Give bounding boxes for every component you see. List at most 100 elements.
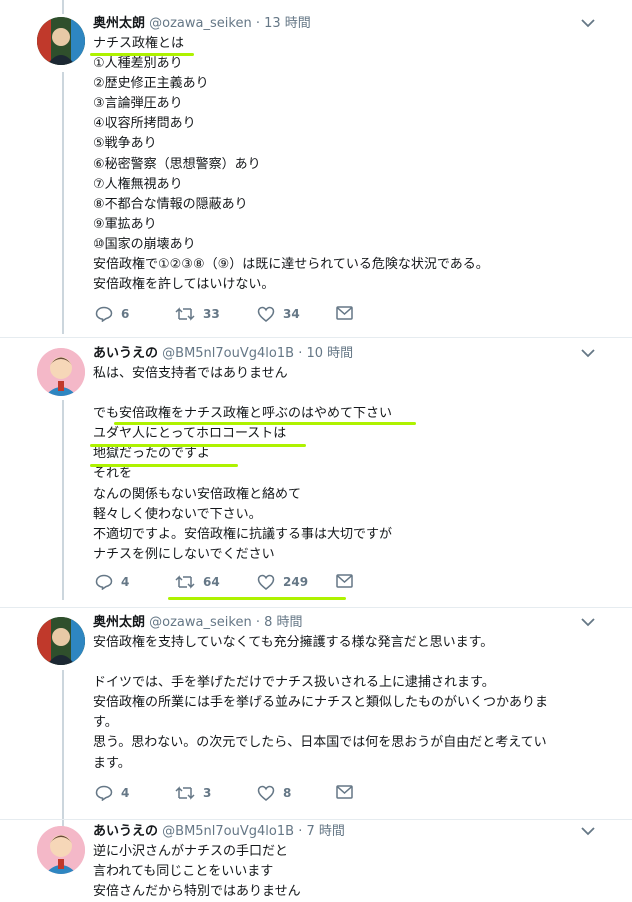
chevron-down-icon[interactable] — [581, 346, 595, 362]
highlight-underline — [90, 464, 238, 467]
text-line: ⑨軍拡あり — [93, 216, 157, 232]
retweet-button[interactable]: 3 — [175, 785, 211, 801]
text-line: ④収容所拷問あり — [93, 116, 196, 132]
retweet-button[interactable]: 64 — [175, 574, 220, 590]
retweet-button[interactable]: 33 — [175, 306, 220, 322]
text-line: ⑩国家の崩壊あり — [93, 236, 196, 252]
reply-button[interactable]: 6 — [95, 306, 129, 322]
envelope-icon — [336, 785, 353, 799]
reply-button[interactable]: 4 — [95, 785, 129, 801]
avatar[interactable] — [37, 17, 85, 65]
tweet-text: 逆に小沢さんがナチスの手口だと 言われても同じことをいいます 安倍さんだから特別… — [93, 842, 603, 902]
avatar[interactable] — [37, 348, 85, 396]
like-button[interactable]: 34 — [257, 306, 300, 322]
highlight-underline — [90, 444, 306, 447]
like-button[interactable]: 8 — [257, 785, 291, 801]
display-name[interactable]: 奥州太朗 — [93, 615, 145, 630]
like-count: 34 — [283, 307, 300, 321]
avatar[interactable] — [37, 826, 85, 874]
text-line: 不適切ですよ。安倍政権に抗議する事は大切ですが — [93, 526, 393, 542]
retweet-icon — [175, 307, 195, 321]
tweet-text: ナチス政権とは ①人種差別あり ②歴史修正主義あり ③言論弾圧あり ④収容所拷問… — [93, 34, 603, 295]
tweet-header: 奥州太朗 @ozawa_seiken · 8 時間 — [93, 615, 303, 630]
text-line: ユダヤ人にとってホロコーストは — [93, 426, 287, 442]
text-line: それを — [93, 466, 133, 482]
text-line: ナチス政権とは — [93, 36, 185, 51]
envelope-icon — [336, 306, 353, 320]
text-line: 安倍さんだから特別ではありません — [93, 884, 301, 900]
avatar[interactable] — [37, 617, 85, 665]
user-handle[interactable]: @ozawa_seiken — [149, 16, 252, 31]
like-count: 8 — [283, 786, 292, 800]
message-button[interactable] — [336, 306, 353, 320]
timestamp[interactable]: 13 時間 — [264, 16, 311, 31]
reply-count: 6 — [121, 307, 130, 321]
tweet[interactable]: あいうえの @BM5nl7ouVg4lo1B · 7 時間 逆に小沢さんがナチス… — [0, 820, 632, 899]
text-line: ⑥秘密警察（思想警察）あり — [93, 156, 261, 172]
text-line: 安倍政権で①②③⑧（⑨）は既に達せられている危険な状況である。 — [93, 257, 489, 273]
display-name[interactable]: あいうえの — [93, 824, 158, 839]
retweet-count: 33 — [203, 307, 220, 321]
retweet-count: 3 — [203, 786, 212, 800]
text-line: 地獄だったのですよ — [93, 446, 211, 462]
text-line: ナチスを例にしないでください — [93, 546, 275, 562]
text-line: 安倍政権を支持していなくても充分擁護する様な発言だと思います。 — [93, 635, 494, 650]
chevron-down-icon[interactable] — [581, 824, 595, 840]
text-line: 軽々しく使わないで下さい。 — [93, 506, 262, 522]
like-button[interactable]: 249 — [257, 574, 308, 590]
text-line: ⑧不都合な情報の隠蔽あり — [93, 196, 248, 212]
highlight-underline — [168, 597, 346, 600]
tweet-header: 奥州太朗 @ozawa_seiken · 13 時間 — [93, 16, 311, 31]
reply-icon — [95, 785, 113, 801]
text-line: ドイツでは、手を挙げただけでナチス扱いされる上に逮捕されます。 — [93, 675, 495, 691]
envelope-icon — [336, 574, 353, 588]
text-line: なんの関係もない安倍政権と絡めて — [93, 486, 302, 502]
text-line: 私は、安倍支持者ではありません — [93, 366, 288, 381]
tweet[interactable]: あいうえの @BM5nl7ouVg4lo1B · 10 時間 私は、安倍支持者で… — [0, 338, 632, 608]
tweet[interactable]: 奥州太朗 @ozawa_seiken · 13 時間 ナチス政権とは ①人種差別… — [0, 0, 632, 338]
heart-icon — [257, 785, 275, 801]
retweet-icon — [175, 575, 195, 589]
text-line: ⑦人権無視あり — [93, 176, 183, 192]
text-line: 言われても同じことをいいます — [93, 864, 274, 880]
tweet-header: あいうえの @BM5nl7ouVg4lo1B · 7 時間 — [93, 824, 345, 839]
chevron-down-icon[interactable] — [581, 16, 595, 32]
chevron-down-icon[interactable] — [581, 615, 595, 631]
timestamp[interactable]: 10 時間 — [306, 346, 353, 361]
text-line: ③言論弾圧あり — [93, 96, 183, 112]
message-button[interactable] — [336, 574, 353, 588]
retweet-icon — [175, 786, 195, 800]
text-line: ⑤戦争あり — [93, 136, 157, 152]
tweet[interactable]: 奥州太朗 @ozawa_seiken · 8 時間 安倍政権を支持していなくても… — [0, 608, 632, 820]
heart-icon — [257, 574, 275, 590]
display-name[interactable]: あいうえの — [93, 346, 158, 361]
user-handle[interactable]: @ozawa_seiken — [149, 615, 252, 630]
timestamp[interactable]: 7 時間 — [306, 824, 344, 839]
text-line: 逆に小沢さんがナチスの手口だと — [93, 844, 289, 859]
reply-button[interactable]: 4 — [95, 574, 129, 590]
display-name[interactable]: 奥州太朗 — [93, 16, 145, 31]
reply-count: 4 — [121, 575, 130, 589]
text-line: す。 — [93, 715, 118, 731]
text-line: ②歴史修正主義あり — [93, 76, 209, 92]
text-line: 安倍政権を許してはいけない。 — [93, 277, 275, 293]
text-line: ①人種差別あり — [93, 56, 183, 72]
reply-icon — [95, 306, 113, 322]
text-line: 思う。思わない。の次元でしたら、日本国では何を思おうが自由だと考えてい — [93, 735, 547, 751]
highlight-underline — [90, 53, 194, 56]
user-handle[interactable]: @BM5nl7ouVg4lo1B — [162, 824, 294, 839]
timestamp[interactable]: 8 時間 — [264, 615, 302, 630]
reply-icon — [95, 574, 113, 590]
message-button[interactable] — [336, 785, 353, 799]
user-handle[interactable]: @BM5nl7ouVg4lo1B — [162, 346, 294, 361]
reply-count: 4 — [121, 786, 130, 800]
text-line: 安倍政権の所業には手を挙げる並みにナチスと類似したものがいくつかありま — [93, 695, 549, 711]
tweet-text: 安倍政権を支持していなくても充分擁護する様な発言だと思います。 ドイツでは、手を… — [93, 633, 603, 774]
highlight-underline — [114, 422, 416, 425]
text-line: ます。 — [93, 755, 131, 771]
heart-icon — [257, 306, 275, 322]
tweet-header: あいうえの @BM5nl7ouVg4lo1B · 10 時間 — [93, 346, 354, 361]
like-count: 249 — [283, 575, 309, 589]
